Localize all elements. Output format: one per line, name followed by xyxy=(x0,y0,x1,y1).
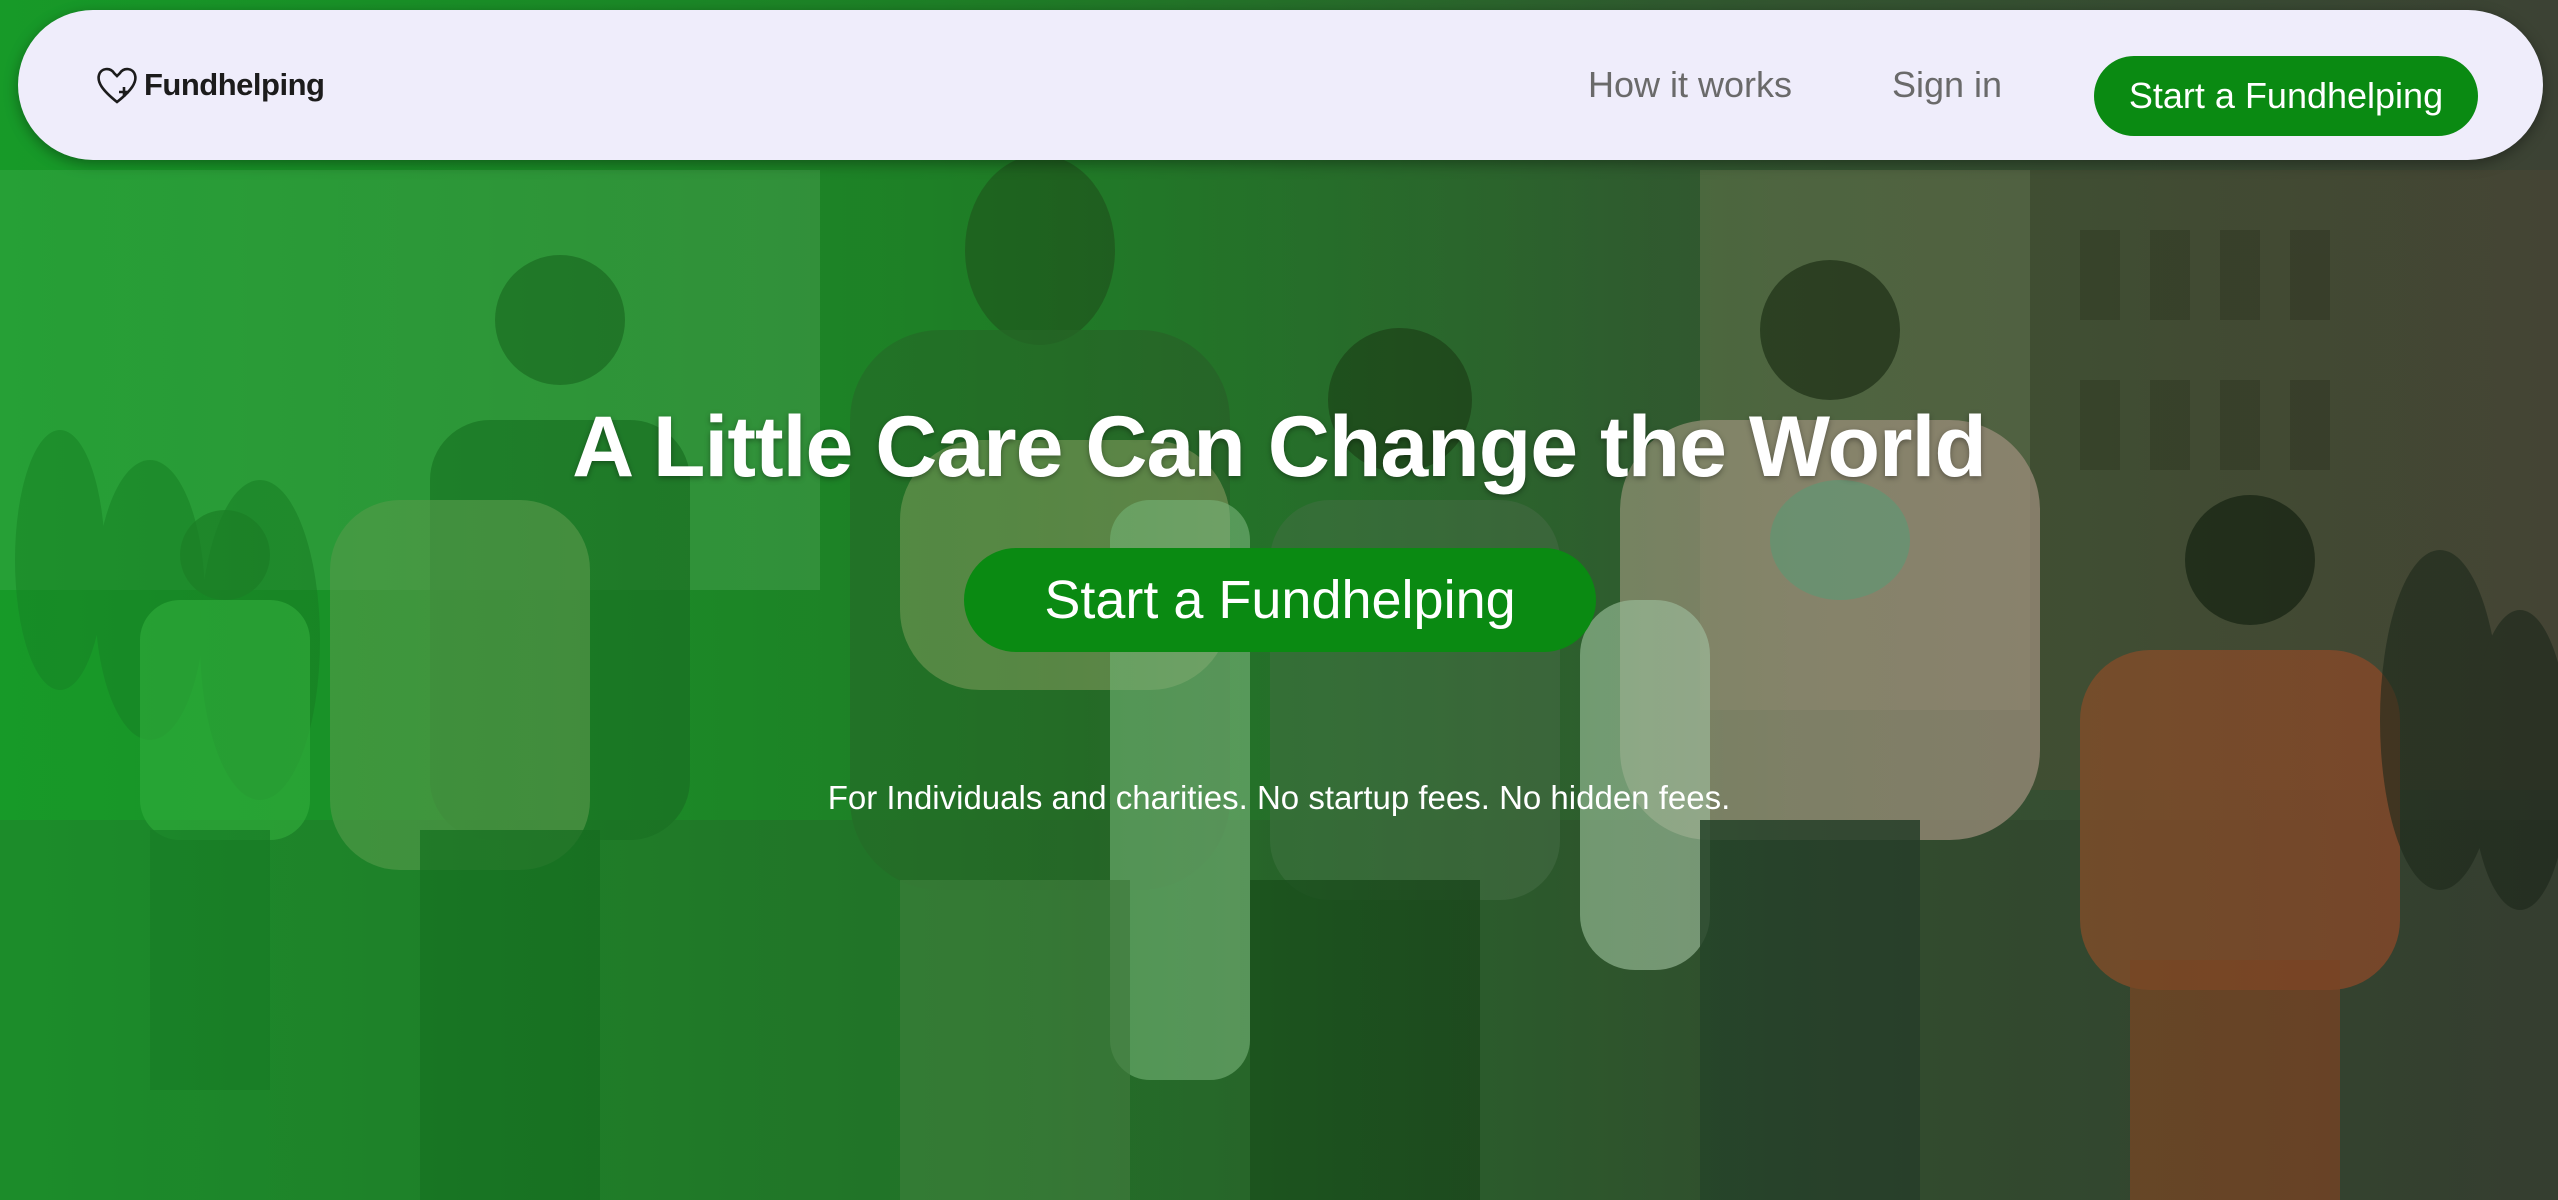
nav-link-sign-in[interactable]: Sign in xyxy=(1892,64,2002,106)
brand-logo[interactable]: Fundhelping xyxy=(94,62,325,108)
top-navbar: Fundhelping How it works Sign in Start a… xyxy=(18,10,2543,160)
nav-link-how-it-works[interactable]: How it works xyxy=(1588,64,1792,106)
hero-headline: A Little Care Can Change the World xyxy=(572,398,1987,495)
heart-plus-icon xyxy=(97,67,137,104)
hero-start-fundhelping-button[interactable]: Start a Fundhelping xyxy=(964,548,1596,652)
hero-subtext: For Individuals and charities. No startu… xyxy=(827,779,1731,816)
nav-start-fundhelping-button[interactable]: Start a Fundhelping xyxy=(2094,56,2478,136)
brand-name: Fundhelping xyxy=(144,67,325,102)
hero-section: Fundhelping How it works Sign in Start a… xyxy=(0,0,2558,1200)
